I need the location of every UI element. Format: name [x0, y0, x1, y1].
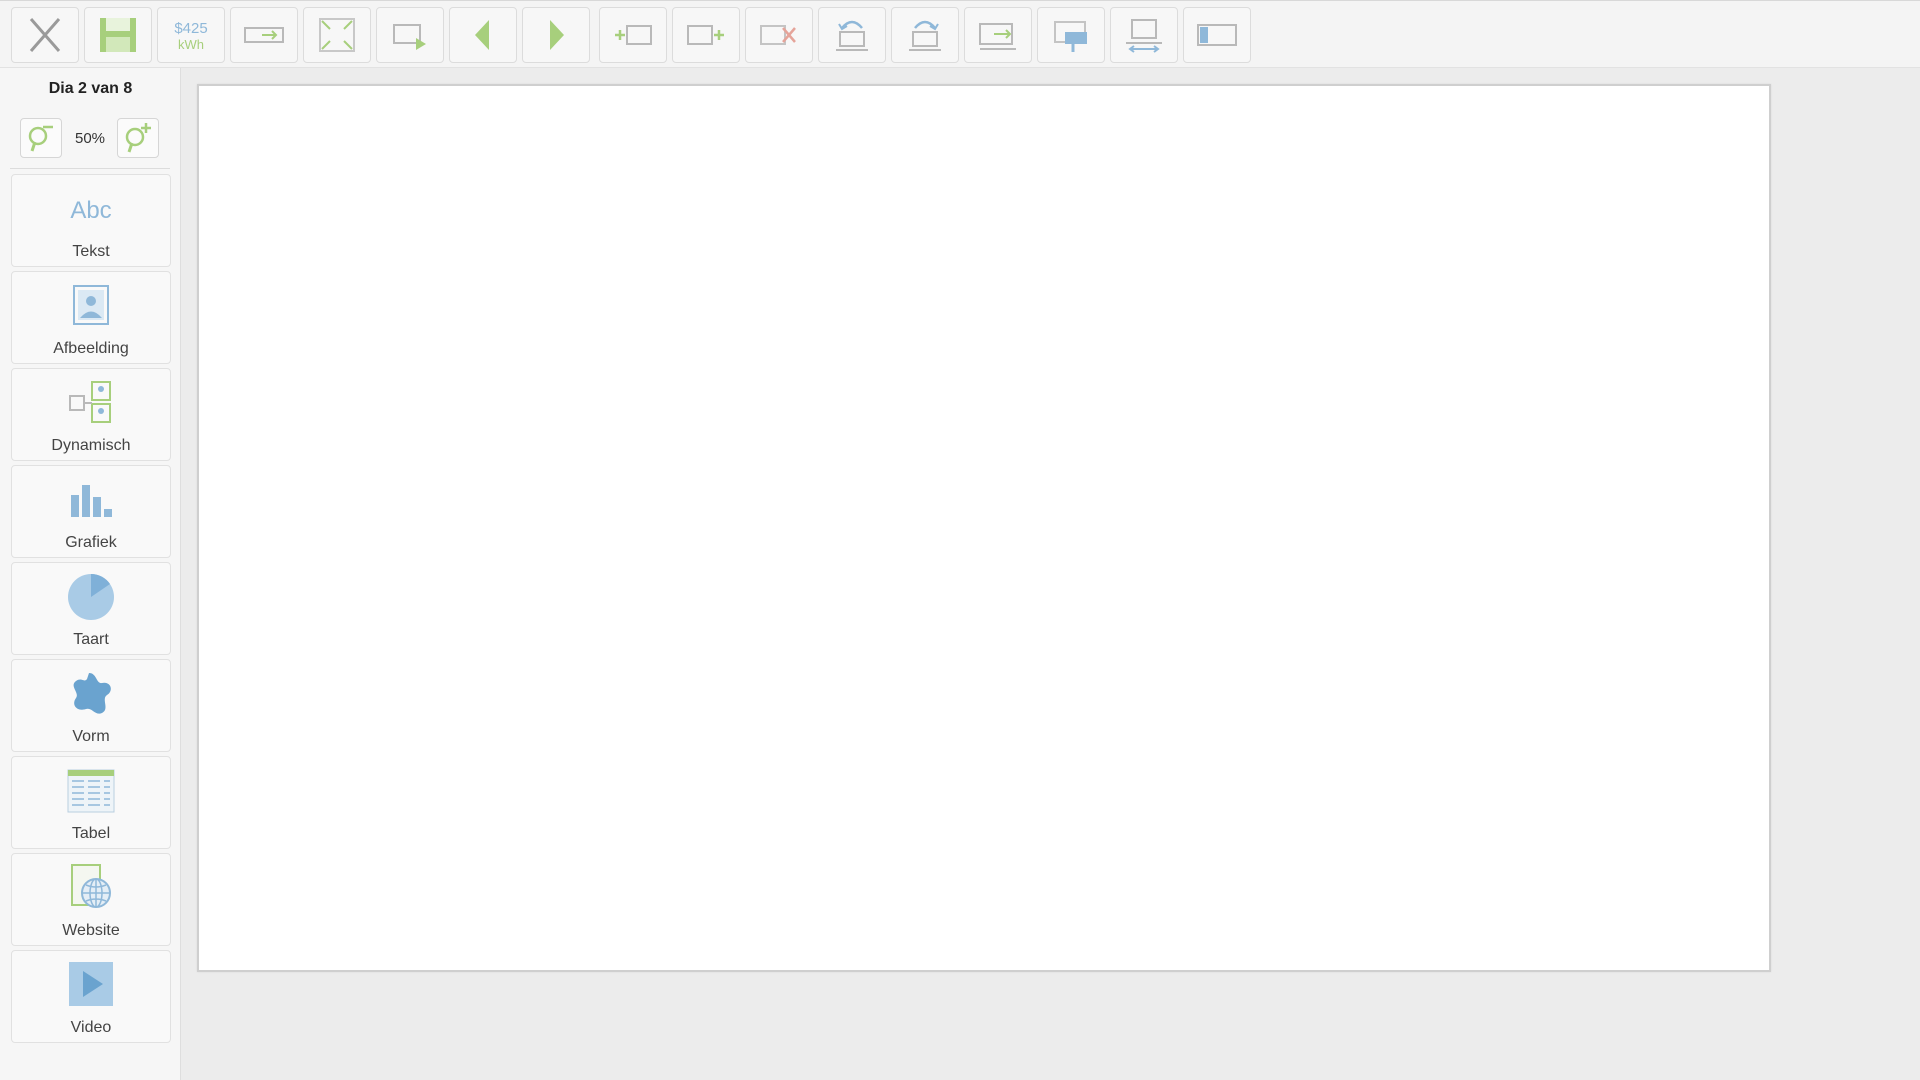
- comment-button[interactable]: [1037, 7, 1105, 63]
- pie-chart-icon: [68, 574, 114, 620]
- zoom-level: 50%: [74, 130, 106, 147]
- text-icon: Abc: [70, 197, 111, 224]
- unit-text: kWh: [178, 37, 204, 52]
- close-icon: [29, 18, 61, 52]
- slide-width-icon: [1126, 19, 1162, 53]
- add-slide-before-icon: [615, 25, 652, 45]
- tool-label: Afbeelding: [53, 340, 129, 357]
- undo-icon: [836, 20, 868, 51]
- slide-exit-button[interactable]: [376, 7, 444, 63]
- video-icon: [69, 962, 113, 1006]
- table-icon: [67, 769, 115, 813]
- slide-transition-button[interactable]: [230, 7, 298, 63]
- tool-label: Tekst: [72, 243, 110, 260]
- tool-label: Dynamisch: [51, 437, 131, 454]
- tool-afbeelding[interactable]: Afbeelding: [11, 271, 171, 364]
- tool-label: Website: [62, 922, 120, 939]
- editor-canvas: [181, 68, 1920, 1080]
- close-button[interactable]: [11, 7, 79, 63]
- slide-layout-icon: [1197, 24, 1237, 46]
- zoom-controls: 50%: [0, 114, 181, 174]
- delete-slide-icon: [760, 25, 796, 45]
- previous-slide-icon: [475, 20, 489, 50]
- zoom-in-icon: [125, 123, 151, 153]
- fullscreen-icon: [319, 18, 355, 52]
- tool-tabel[interactable]: Tabel: [11, 756, 171, 849]
- add-slide-after-icon: [687, 25, 724, 45]
- delete-slide-button[interactable]: [745, 7, 813, 63]
- dynamic-icon: [69, 381, 111, 423]
- price-per-kwh-icon: $425 kWh: [174, 20, 207, 52]
- tool-website[interactable]: Website: [11, 853, 171, 946]
- price-per-kwh-button[interactable]: $425 kWh: [157, 7, 225, 63]
- tool-grafiek[interactable]: Grafiek: [11, 465, 171, 558]
- next-slide-icon: [550, 20, 564, 50]
- redo-icon: [909, 20, 941, 51]
- move-slide-icon: [979, 23, 1016, 50]
- tool-label: Video: [70, 1019, 112, 1036]
- text-icon-label: Abc: [70, 197, 111, 224]
- tool-video[interactable]: Video: [11, 950, 171, 1043]
- redo-button[interactable]: [891, 7, 959, 63]
- add-slide-after-button[interactable]: [672, 7, 740, 63]
- comment-icon: [1054, 21, 1087, 52]
- divider: [10, 168, 170, 169]
- tool-taart[interactable]: Taart: [11, 562, 171, 655]
- save-button[interactable]: [84, 7, 152, 63]
- shape-icon: [73, 673, 111, 714]
- website-icon: [71, 864, 111, 908]
- tool-label: Vorm: [72, 728, 110, 745]
- price-text: $425: [174, 20, 207, 37]
- undo-button[interactable]: [818, 7, 886, 63]
- tool-label: Taart: [73, 631, 109, 648]
- slide-canvas[interactable]: [197, 84, 1771, 972]
- tool-label: Grafiek: [65, 534, 117, 551]
- top-toolbar: $425 kWh: [0, 0, 1920, 68]
- save-icon: [100, 18, 136, 52]
- zoom-in-button[interactable]: [117, 118, 159, 158]
- sidebar: Dia 2 van 8 50% Abc Tekst Afbeelding Dyn…: [0, 68, 181, 1080]
- tool-vorm[interactable]: Vorm: [11, 659, 171, 752]
- tool-tekst[interactable]: Abc Tekst: [11, 174, 171, 267]
- image-icon: [73, 285, 109, 325]
- tool-dynamisch[interactable]: Dynamisch: [11, 368, 171, 461]
- bar-chart-icon: [71, 485, 112, 517]
- next-slide-button[interactable]: [522, 7, 590, 63]
- previous-slide-button[interactable]: [449, 7, 517, 63]
- slide-layout-button[interactable]: [1183, 7, 1251, 63]
- slide-counter: Dia 2 van 8: [48, 80, 133, 97]
- move-slide-button[interactable]: [964, 7, 1032, 63]
- fullscreen-button[interactable]: [303, 7, 371, 63]
- zoom-out-icon: [28, 125, 53, 152]
- add-slide-before-button[interactable]: [599, 7, 667, 63]
- zoom-out-button[interactable]: [20, 118, 62, 158]
- tool-label: Tabel: [71, 825, 111, 842]
- slide-transition-icon: [244, 27, 284, 43]
- slide-width-button[interactable]: [1110, 7, 1178, 63]
- slide-exit-icon: [393, 24, 426, 50]
